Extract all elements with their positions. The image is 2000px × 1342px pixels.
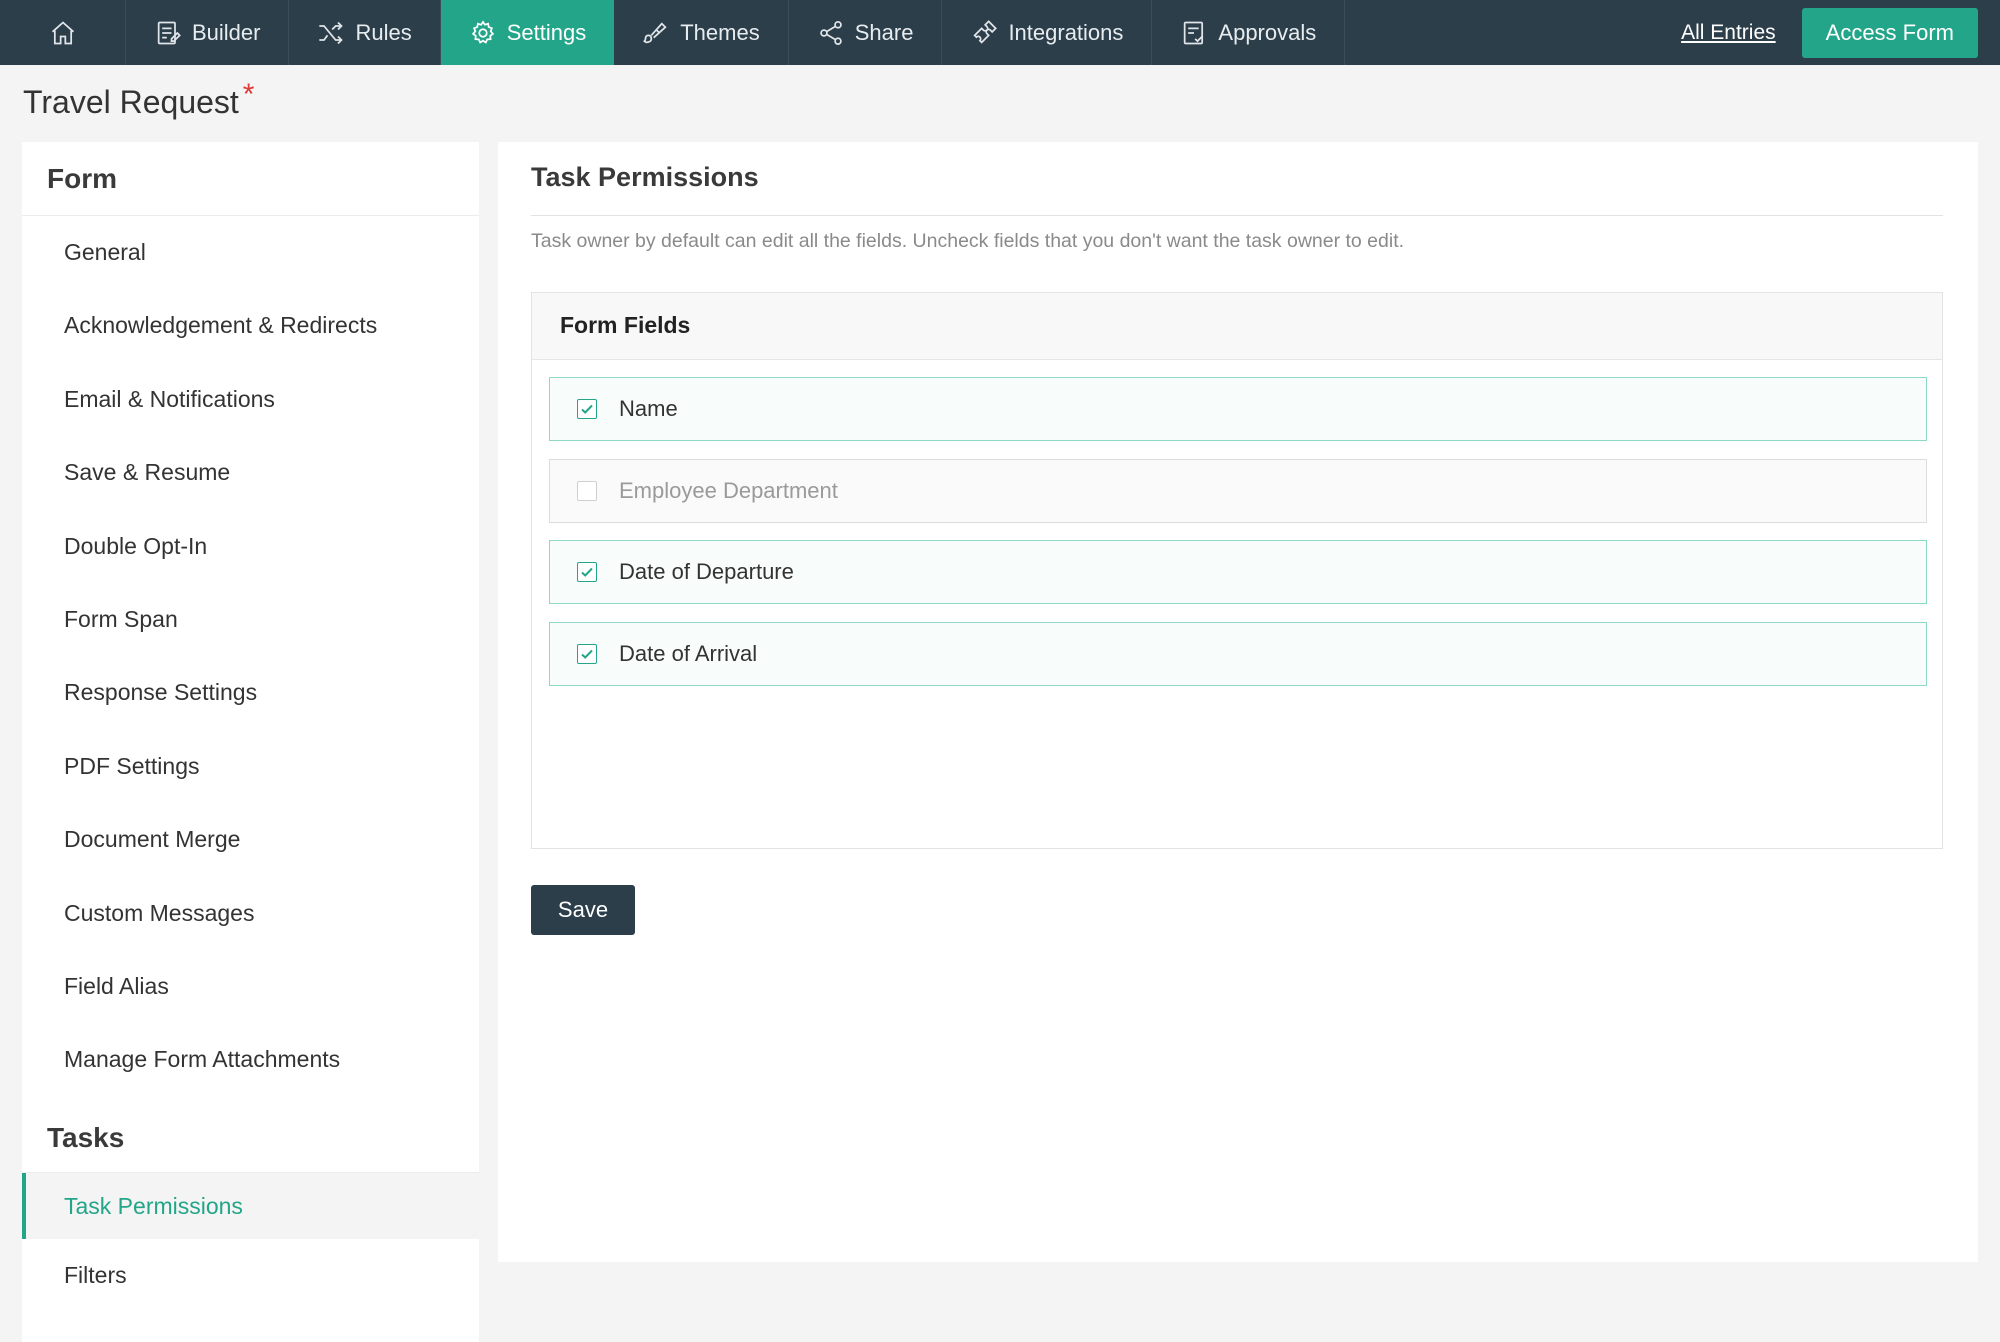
- sidebar-item-double-opt-in[interactable]: Double Opt-In: [22, 510, 479, 583]
- field-row-name[interactable]: Name: [549, 377, 1927, 441]
- sidebar-item-general[interactable]: General: [22, 216, 479, 289]
- top-navigation: Builder Rules Settings Themes Share Inte…: [0, 0, 2000, 65]
- check-icon: [581, 649, 593, 659]
- nav-themes-label: Themes: [680, 19, 760, 45]
- checkbox-date-of-arrival[interactable]: [577, 644, 597, 664]
- sidebar-item-acknowledgement[interactable]: Acknowledgement & Redirects: [22, 289, 479, 362]
- sidebar-item-field-alias[interactable]: Field Alias: [22, 950, 479, 1023]
- sidebar-section-tasks: Tasks: [22, 1097, 479, 1173]
- field-label-date-of-departure: Date of Departure: [619, 559, 794, 584]
- nav-share-label: Share: [854, 19, 914, 45]
- check-icon: [581, 404, 593, 414]
- sidebar-item-manage-attachments[interactable]: Manage Form Attachments: [22, 1023, 479, 1096]
- field-row-date-of-departure[interactable]: Date of Departure: [549, 540, 1927, 604]
- save-button[interactable]: Save: [531, 885, 635, 935]
- nav-builder-label: Builder: [192, 19, 261, 45]
- form-title-text: Travel Request: [23, 84, 239, 120]
- share-icon: [819, 20, 842, 45]
- all-entries-link[interactable]: All Entries: [1681, 21, 1776, 45]
- sidebar-item-response-settings[interactable]: Response Settings: [22, 656, 479, 729]
- field-row-date-of-arrival[interactable]: Date of Arrival: [549, 622, 1927, 686]
- home-button[interactable]: [0, 0, 126, 65]
- nav-settings-label: Settings: [506, 19, 587, 45]
- sidebar-item-custom-messages[interactable]: Custom Messages: [22, 877, 479, 950]
- sidebar-item-task-permissions[interactable]: Task Permissions: [22, 1172, 479, 1239]
- gear-icon: [471, 19, 494, 44]
- sidebar-section-form: Form: [22, 142, 479, 216]
- nav-approvals-label: Approvals: [1218, 19, 1317, 45]
- panel-title: Task Permissions: [531, 162, 759, 192]
- sidebar-item-document-merge[interactable]: Document Merge: [22, 803, 479, 876]
- task-permissions-panel: Task Permissions Task owner by default c…: [498, 142, 1978, 1262]
- field-label-employee-department: Employee Department: [619, 478, 838, 503]
- sidebar-item-save-resume[interactable]: Save & Resume: [22, 436, 479, 509]
- checkbox-employee-department[interactable]: [577, 481, 597, 501]
- panel-description: Task owner by default can edit all the f…: [531, 230, 1405, 252]
- nav-share[interactable]: Share: [789, 0, 943, 65]
- nav-settings[interactable]: Settings: [440, 0, 615, 65]
- checkbox-date-of-departure[interactable]: [577, 562, 597, 582]
- nav-integrations-label: Integrations: [1008, 19, 1124, 45]
- sidebar-item-pdf-settings[interactable]: PDF Settings: [22, 730, 479, 803]
- nav-themes[interactable]: Themes: [614, 0, 789, 65]
- checkbox-name[interactable]: [577, 399, 597, 419]
- nav-approvals[interactable]: Approvals: [1152, 0, 1346, 65]
- form-fields-header: Form Fields: [532, 293, 1942, 360]
- builder-icon: [157, 21, 181, 44]
- brush-icon: [643, 21, 667, 43]
- nav-builder[interactable]: Builder: [126, 0, 290, 65]
- nav-rules[interactable]: Rules: [289, 0, 441, 65]
- form-fields-box: Form Fields Name Employee Department Dat…: [531, 292, 1943, 849]
- puzzle-icon: [973, 19, 998, 44]
- page-title: Travel Request *: [23, 78, 254, 121]
- required-marker: *: [242, 78, 255, 111]
- check-icon: [581, 567, 593, 577]
- field-label-date-of-arrival: Date of Arrival: [619, 641, 758, 666]
- approvals-icon: [1184, 21, 1204, 44]
- sidebar-item-form-span[interactable]: Form Span: [22, 583, 479, 656]
- panel-divider: [531, 215, 1943, 216]
- home-icon: [51, 20, 74, 44]
- settings-sidebar: Form General Acknowledgement & Redirects…: [22, 142, 479, 1342]
- nav-integrations[interactable]: Integrations: [942, 0, 1153, 65]
- shuffle-icon: [319, 21, 344, 44]
- top-right-actions: All Entries Access Form: [1681, 0, 2000, 65]
- field-row-employee-department[interactable]: Employee Department: [549, 459, 1927, 523]
- access-form-button[interactable]: Access Form: [1801, 7, 1978, 58]
- nav-rules-label: Rules: [355, 19, 412, 45]
- sidebar-item-email-notifications[interactable]: Email & Notifications: [22, 363, 479, 436]
- field-label-name: Name: [619, 396, 678, 421]
- sidebar-item-filters[interactable]: Filters: [22, 1239, 479, 1312]
